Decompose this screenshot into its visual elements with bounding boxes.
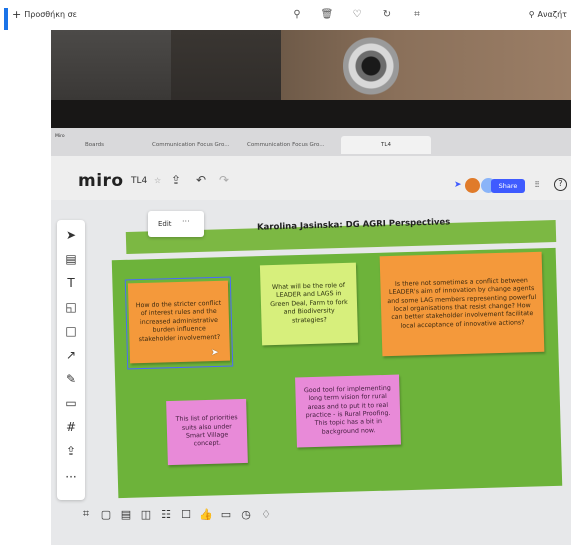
shape-icon[interactable]: □ xyxy=(57,324,85,338)
sticky-note-text: Is there not sometimes a conflict betwee… xyxy=(387,276,537,330)
sticky-note[interactable]: Good tool for implementing long term vis… xyxy=(295,374,401,448)
comment-icon[interactable]: ▭ xyxy=(57,396,85,410)
edit-button[interactable]: Edit xyxy=(158,220,172,228)
zoom-icon[interactable]: ⚲ xyxy=(290,9,304,20)
chat-icon[interactable]: ▢ xyxy=(99,508,113,521)
sticky-note-text: What will be the role of LEADER and LAGS… xyxy=(270,281,348,325)
avatar[interactable] xyxy=(465,178,480,193)
comments-icon[interactable]: ▤ xyxy=(119,508,133,521)
crop-icon[interactable]: ⌗ xyxy=(410,9,424,20)
more-icon[interactable]: ··· xyxy=(57,470,85,484)
connector-icon[interactable]: ↗ xyxy=(57,348,85,362)
vote-icon[interactable]: ♢ xyxy=(259,508,273,521)
text-icon[interactable]: T xyxy=(57,276,85,290)
photo: Miro Boards Communication Focus Gro... C… xyxy=(51,30,571,545)
sticky-note-text: Good tool for implementing long term vis… xyxy=(303,384,391,436)
browser-tab-bar: Miro Boards Communication Focus Gro... C… xyxy=(51,128,571,156)
tab-communication-2[interactable]: Communication Focus Gro... xyxy=(241,136,330,154)
undo-icon[interactable]: ↶ xyxy=(196,173,206,187)
sticky-note-icon[interactable]: ◱ xyxy=(57,300,85,314)
monitor-bezel xyxy=(51,100,571,128)
add-to-button[interactable]: + Προσθήκη σε xyxy=(12,7,77,21)
tab-tl4[interactable]: TL4 xyxy=(341,136,431,154)
pen-icon[interactable]: ✎ xyxy=(57,372,85,386)
reactions-icon[interactable]: ☐ xyxy=(179,508,193,521)
rotate-icon[interactable]: ↻ xyxy=(380,9,394,20)
like-icon[interactable]: 👍 xyxy=(199,508,213,521)
sticky-note[interactable]: This list of priorities suits also under… xyxy=(166,398,248,466)
shelf xyxy=(51,30,171,100)
share-button[interactable]: Share xyxy=(491,179,525,193)
template-icon[interactable]: ▤ xyxy=(57,252,85,266)
heart-icon[interactable]: ♡ xyxy=(350,9,364,20)
photo-viewer: + Προσθήκη σε ⚲ 🗑 ♡ ↻ ⌗ ⚲ Αναζήτ Miro Bo… xyxy=(0,0,571,545)
mouse-cursor-icon: ➤ xyxy=(211,348,219,358)
tab-communication-1[interactable]: Communication Focus Gro... xyxy=(146,136,235,154)
viewer-toolbar: + Προσθήκη σε ⚲ 🗑 ♡ ↻ ⌗ ⚲ Αναζήτ xyxy=(0,0,571,30)
edit-popup: Edit ··· xyxy=(148,211,204,237)
filter-icon[interactable]: ⫶⫶ xyxy=(535,180,539,190)
sticky-note[interactable]: What will be the role of LEADER and LAGS… xyxy=(259,262,359,346)
board-name[interactable]: TL4 xyxy=(131,176,147,186)
select-icon[interactable]: ➤ xyxy=(57,228,85,242)
frame-icon[interactable]: # xyxy=(57,420,85,434)
timer-icon[interactable]: ◷ xyxy=(239,508,253,521)
sticky-note[interactable]: Is there not sometimes a conflict betwee… xyxy=(379,251,545,357)
delete-icon[interactable]: 🗑 xyxy=(320,9,334,20)
webcam xyxy=(343,34,399,98)
star-icon[interactable]: ☆ xyxy=(154,176,161,185)
search-button[interactable]: ⚲ Αναζήτ xyxy=(529,10,567,19)
export-icon[interactable]: ⇪ xyxy=(171,173,181,187)
app-label: Miro xyxy=(55,134,65,139)
screen-share-icon[interactable]: ◫ xyxy=(139,508,153,521)
more-options-button[interactable]: ··· xyxy=(182,217,190,226)
board-outline-icon[interactable]: ⌗ xyxy=(79,507,93,521)
bottom-toolbar: ⌗ ▢ ▤ ◫ ☷ ☐ 👍 ▭ ◷ ♢ xyxy=(79,502,299,526)
accent-strip xyxy=(4,8,8,30)
cursor-icon[interactable]: ➤ xyxy=(454,180,462,190)
upload-icon[interactable]: ⇪ xyxy=(57,444,85,458)
viewer-tools: ⚲ 🗑 ♡ ↻ ⌗ xyxy=(290,9,424,20)
miro-logo: miro xyxy=(78,171,124,191)
redo-icon[interactable]: ↷ xyxy=(219,173,229,187)
help-icon[interactable]: ? xyxy=(554,178,567,191)
search-icon: ⚲ xyxy=(528,10,535,19)
plus-icon: + xyxy=(12,7,22,21)
wall xyxy=(281,30,571,102)
sticky-note-text: This list of priorities suits also under… xyxy=(175,414,238,448)
video-icon[interactable]: ▭ xyxy=(219,508,233,521)
search-label: Αναζήτ xyxy=(537,10,567,19)
add-to-label: Προσθήκη σε xyxy=(24,10,77,19)
miro-header: miro TL4 ☆ ⇪ ↶ ↷ ➤ Share ⫶⫶ ? xyxy=(51,156,571,200)
cards-icon[interactable]: ☷ xyxy=(159,508,173,521)
tab-boards[interactable]: Boards xyxy=(79,136,110,154)
left-toolbar: ➤ ▤ T ◱ □ ↗ ✎ ▭ # ⇪ ··· xyxy=(57,220,85,500)
